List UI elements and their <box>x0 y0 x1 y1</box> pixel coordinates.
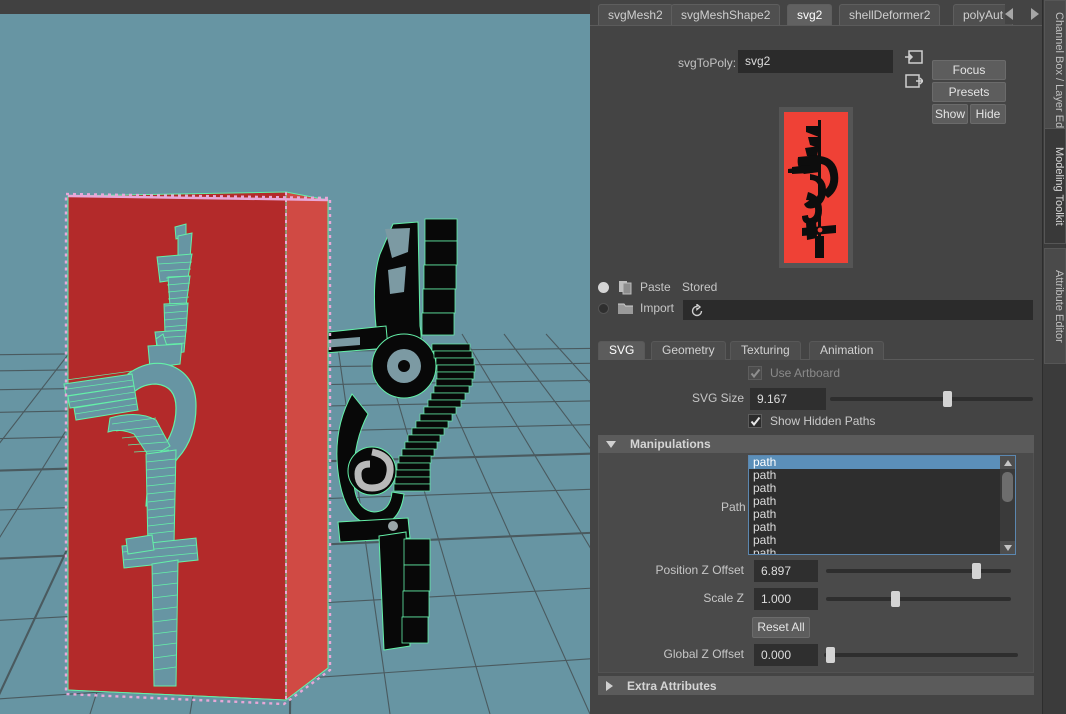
import-field[interactable] <box>683 300 1033 320</box>
extruded-svg-slab <box>63 191 332 706</box>
chevron-left-icon[interactable] <box>1005 8 1013 20</box>
output-connection-icon[interactable] <box>905 74 923 88</box>
show-hidden-paths-row[interactable]: Show Hidden Paths <box>590 414 1042 430</box>
thumbnail-artwork <box>784 112 848 263</box>
global-z-offset-input[interactable]: 0.000 <box>754 644 818 666</box>
tab-texturing[interactable]: Texturing <box>730 341 801 360</box>
vtab-attribute-editor[interactable]: Attribute Editor <box>1044 248 1066 364</box>
presets-button[interactable]: Presets <box>932 82 1006 102</box>
node-name-row: svgToPoly: svg2 Focus Presets Show Hide <box>590 26 1042 124</box>
path-list-scrollbar[interactable] <box>1000 456 1015 554</box>
node-tab-shelldeformer2[interactable]: shellDeformer2 <box>839 4 941 25</box>
show-button[interactable]: Show <box>932 104 968 124</box>
use-artboard-checkbox <box>748 366 762 380</box>
tab-geometry[interactable]: Geometry <box>651 341 726 360</box>
svg-size-row[interactable]: SVG Size 9.167 <box>590 388 1042 410</box>
position-z-offset-input[interactable]: 6.897 <box>754 560 818 582</box>
copy-icon <box>618 280 633 295</box>
extruded-svg-figure <box>309 218 476 651</box>
scale-z-input[interactable]: 1.000 <box>754 588 818 610</box>
position-z-offset-slider[interactable] <box>826 560 1011 582</box>
node-tab-svgmesh2[interactable]: svgMesh2 <box>598 4 673 25</box>
extra-attributes-header[interactable]: Extra Attributes <box>598 676 1034 695</box>
slider-track <box>830 397 1033 401</box>
refresh-icon[interactable] <box>690 303 704 318</box>
use-artboard-label: Use Artboard <box>770 366 841 380</box>
global-z-offset-slider[interactable] <box>824 644 1018 666</box>
svg-size-input[interactable]: 9.167 <box>750 388 826 410</box>
maya-window: svgMesh2 svgMeshShape2 svg2 shellDeforme… <box>0 0 1066 714</box>
paste-label: Paste <box>640 280 671 294</box>
import-preset-row[interactable]: Import <box>590 300 1042 320</box>
input-connection-icon[interactable] <box>905 50 923 64</box>
path-list-label: Path <box>721 500 746 514</box>
slider-track <box>826 569 1011 573</box>
node-name-input[interactable]: svg2 <box>738 50 893 73</box>
attribute-editor-panel: svgMesh2 svgMeshShape2 svg2 shellDeforme… <box>590 0 1042 714</box>
chevron-right-icon[interactable] <box>606 680 613 691</box>
viewport-scene[interactable] <box>0 14 590 714</box>
stored-label: Stored <box>682 280 718 294</box>
svg-size-slider[interactable] <box>830 388 1033 410</box>
use-artboard-row[interactable]: Use Artboard <box>590 366 1042 382</box>
svg-preview-canvas <box>784 112 848 263</box>
slider-thumb[interactable] <box>825 647 835 663</box>
paste-preset-row[interactable]: Paste Stored <box>590 279 1042 297</box>
viewport-toolbar-strip <box>0 0 590 14</box>
scale-z-row[interactable]: Scale Z 1.000 <box>590 588 1042 610</box>
focus-button[interactable]: Focus <box>932 60 1006 80</box>
paste-radio[interactable] <box>598 282 609 293</box>
list-item[interactable]: path <box>749 482 1015 495</box>
slider-thumb[interactable] <box>972 563 982 579</box>
manipulations-title: Manipulations <box>630 437 711 451</box>
hide-button[interactable]: Hide <box>970 104 1006 124</box>
chevron-down-icon[interactable] <box>606 440 616 448</box>
show-hidden-paths-checkbox[interactable] <box>748 414 762 428</box>
node-tab-svg2[interactable]: svg2 <box>787 4 833 25</box>
slider-thumb[interactable] <box>891 591 901 607</box>
tab-scroll-arrows[interactable] <box>1005 4 1039 24</box>
list-item[interactable]: path <box>749 521 1015 534</box>
position-z-offset-row[interactable]: Position Z Offset 6.897 <box>590 560 1042 582</box>
show-hidden-paths-label: Show Hidden Paths <box>770 414 876 428</box>
section-tab-bar[interactable]: SVG Geometry Texturing Animation <box>598 341 1034 360</box>
folder-icon <box>618 301 633 316</box>
scale-z-label: Scale Z <box>703 591 744 605</box>
scale-z-slider[interactable] <box>826 588 1011 610</box>
slider-thumb[interactable] <box>942 391 952 407</box>
list-item[interactable]: path <box>749 547 1015 555</box>
scroll-down-icon[interactable] <box>1000 541 1015 554</box>
tab-animation[interactable]: Animation <box>809 341 885 360</box>
slider-track <box>824 653 1018 657</box>
scene-objects[interactable] <box>0 14 590 714</box>
import-radio[interactable] <box>598 303 609 314</box>
path-list[interactable]: path path path path path path path path <box>748 455 1016 555</box>
chevron-right-icon[interactable] <box>1031 8 1039 20</box>
global-z-offset-label: Global Z Offset <box>663 647 744 661</box>
list-item[interactable]: path <box>749 508 1015 521</box>
node-tab-svgmeshshape2[interactable]: svgMeshShape2 <box>671 4 781 25</box>
svg-preview-thumbnail[interactable] <box>779 107 853 268</box>
list-item[interactable]: path <box>749 495 1015 508</box>
position-z-offset-label: Position Z Offset <box>655 563 744 577</box>
right-vertical-tab-strip: Channel Box / Layer Editor Modeling Tool… <box>1042 0 1066 714</box>
list-item[interactable]: path <box>749 456 1015 469</box>
vtab-modeling-toolkit[interactable]: Modeling Toolkit <box>1044 128 1066 244</box>
reset-all-button[interactable]: Reset All <box>752 617 810 638</box>
svg-size-label: SVG Size <box>691 391 744 405</box>
list-item[interactable]: path <box>749 534 1015 547</box>
manipulations-frame-header[interactable]: Manipulations <box>598 435 1034 453</box>
scrollbar-thumb[interactable] <box>1002 472 1013 502</box>
list-item[interactable]: path <box>749 469 1015 482</box>
node-name-label: svgToPoly: <box>678 56 737 70</box>
import-label: Import <box>640 301 675 315</box>
node-tab-bar[interactable]: svgMesh2 svgMeshShape2 svg2 shellDeforme… <box>590 0 1042 26</box>
3d-viewport[interactable] <box>0 0 590 714</box>
scroll-up-icon[interactable] <box>1000 456 1015 469</box>
tab-svg[interactable]: SVG <box>598 341 646 360</box>
global-z-offset-row[interactable]: Global Z Offset 0.000 <box>590 644 1042 666</box>
extra-attributes-title: Extra Attributes <box>627 678 717 693</box>
slider-track <box>826 597 1011 601</box>
